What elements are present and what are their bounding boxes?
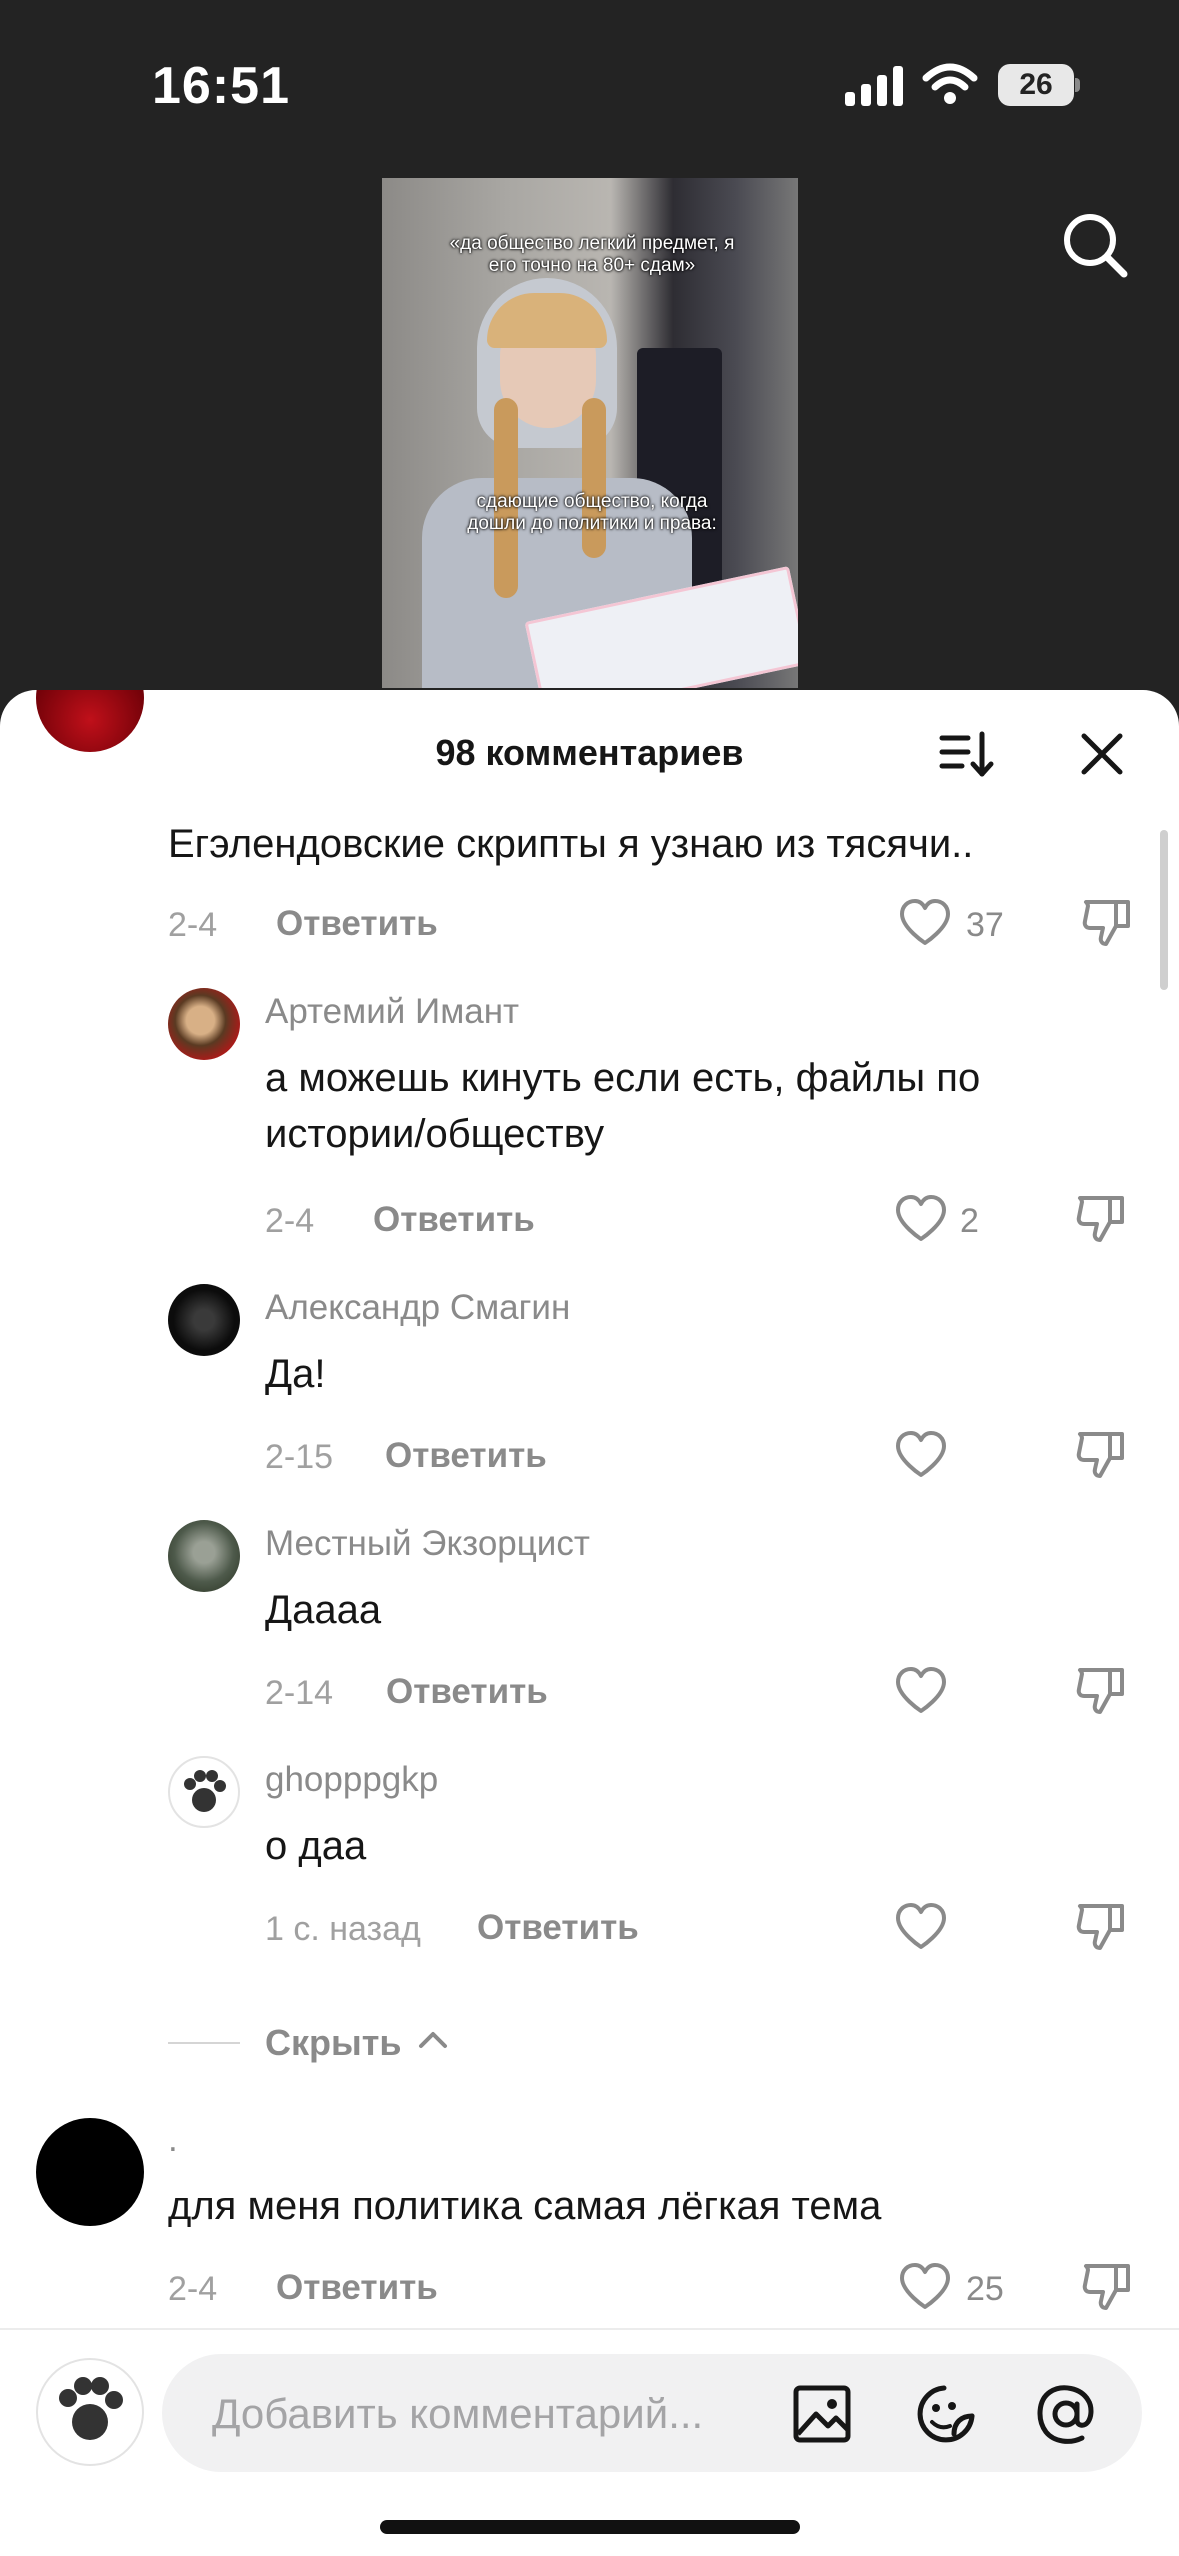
comment-author[interactable]: Александр Смагин [265, 1288, 570, 1328]
comment-date: 2-14 [265, 1674, 334, 1712]
comment-text: Егэлендовские скрипты я узнаю из тясячи.… [168, 822, 974, 866]
my-avatar[interactable] [36, 2358, 144, 2466]
comment-date: 1 с. назад [265, 1910, 421, 1948]
like-count: 37 [966, 906, 1004, 944]
wifi-icon [922, 63, 978, 104]
avatar[interactable] [168, 1756, 240, 1828]
image-icon[interactable] [792, 2384, 852, 2444]
reply-button[interactable]: Ответить [386, 1672, 548, 1712]
search-icon[interactable] [1060, 210, 1130, 280]
comment-input-placeholder: Добавить комментарий... [212, 2390, 704, 2437]
comment-composer: Добавить комментарий... [0, 2328, 1179, 2556]
video-caption-top: «да общество легкий предмет, я его точно… [449, 233, 735, 276]
like-count: 25 [966, 2270, 1004, 2308]
comment-author[interactable]: . [168, 2120, 178, 2160]
comment-author[interactable]: Местный Экзорцист [265, 1524, 590, 1564]
avatar[interactable] [168, 1284, 240, 1356]
comment-text: о даа [265, 1824, 367, 1868]
cellular-signal-icon [845, 66, 903, 106]
dislike-icon[interactable] [1080, 894, 1134, 948]
comments-header: 98 комментариев [0, 690, 1179, 810]
status-time: 16:51 [152, 57, 290, 115]
comment-text: Да! [265, 1352, 326, 1396]
comment-author[interactable]: ghopppgkp [265, 1760, 438, 1800]
comment-date: 2-4 [265, 1202, 315, 1240]
heart-icon[interactable] [898, 2262, 952, 2312]
video-preview[interactable]: «да общество легкий предмет, я его точно… [382, 178, 798, 688]
battery-icon: 26 [998, 64, 1080, 106]
dislike-icon[interactable] [1074, 1190, 1128, 1244]
home-indicator[interactable] [380, 2520, 800, 2534]
comments-count: 98 комментариев [435, 732, 744, 773]
sort-icon[interactable] [938, 726, 994, 782]
heart-icon[interactable] [894, 1666, 948, 1716]
reply-button[interactable]: Ответить [477, 1908, 639, 1948]
battery-level: 26 [1019, 68, 1053, 101]
close-icon[interactable] [1074, 726, 1130, 782]
at-icon[interactable] [1034, 2382, 1098, 2446]
heart-icon[interactable] [894, 1902, 948, 1952]
reply-button[interactable]: Ответить [276, 904, 438, 944]
heart-icon[interactable] [898, 898, 952, 948]
scrollbar[interactable] [1160, 830, 1168, 990]
reply-button[interactable]: Ответить [276, 2268, 438, 2308]
avatar[interactable] [168, 1520, 240, 1592]
chevron-up-icon[interactable] [417, 2028, 449, 2052]
comments-sheet: 98 комментариев Егэлендовские скрипты я … [0, 690, 1179, 2556]
dislike-icon[interactable] [1080, 2258, 1134, 2312]
divider [168, 2042, 240, 2044]
avatar[interactable] [36, 2118, 144, 2226]
dislike-icon[interactable] [1074, 1898, 1128, 1952]
reply-button[interactable]: Ответить [373, 1200, 535, 1240]
paw-print-icon [184, 1770, 226, 1812]
comment-date: 2-4 [168, 906, 218, 944]
dislike-icon[interactable] [1074, 1662, 1128, 1716]
comment-text: для меня политика самая лёгкая тема [168, 2184, 882, 2228]
comment-date: 2-15 [265, 1438, 334, 1476]
heart-icon[interactable] [894, 1194, 948, 1244]
video-caption-bottom: сдающие общество, когда дошли до политик… [467, 491, 717, 534]
hide-replies-button[interactable]: Скрыть [265, 2022, 402, 2064]
status-bar: 16:51 26 [0, 0, 1179, 170]
heart-icon[interactable] [894, 1430, 948, 1480]
comment-text: Даааа [265, 1588, 382, 1632]
dislike-icon[interactable] [1074, 1426, 1128, 1480]
emoji-icon[interactable] [914, 2382, 978, 2446]
like-count: 2 [960, 1202, 979, 1240]
paw-print-icon [59, 2377, 123, 2440]
avatar[interactable] [168, 988, 240, 1060]
reply-button[interactable]: Ответить [385, 1436, 547, 1476]
comment-input[interactable]: Добавить комментарий... [162, 2354, 1142, 2472]
comment-text: а можешь кинуть если есть, файлы по исто… [265, 1056, 981, 1156]
comment-author[interactable]: Артемий Имант [265, 992, 519, 1032]
comment-date: 2-4 [168, 2270, 218, 2308]
